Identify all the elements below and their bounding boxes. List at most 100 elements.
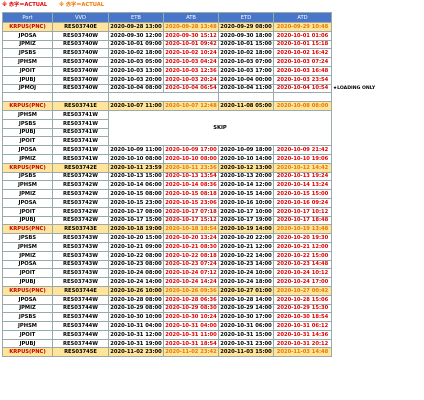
cell-atb: 2020-10-26 09:36 <box>163 285 219 296</box>
row-note <box>331 242 392 252</box>
cell-atb: 2020-10-01 09:42 <box>163 39 219 50</box>
cell-vvd: RES03740W <box>52 30 109 41</box>
row-note <box>331 101 392 111</box>
row-note <box>331 48 392 58</box>
cell-port: JPOIT <box>2 329 53 340</box>
table-row: JPMIZ RES03741W 2020-10-10 08:00 2020-10-10… <box>2 153 392 164</box>
cell-vvd: RES03742W <box>52 189 109 199</box>
cell-atd: 2020-10-13 19:24 <box>273 171 332 182</box>
cell-etb: 2020-10-17 08:00 <box>108 206 164 217</box>
table-row: JPHSM RES03740W 2020-10-03 05:00 2020-10-03… <box>2 57 392 67</box>
cell-atb: 2020-10-30 10:24 <box>163 312 219 323</box>
table-row: KRPUS(PNC) RES03742E 2020-10-11 23:59 2020-… <box>2 162 392 173</box>
cell-port: JPHSM <box>2 57 53 67</box>
legend: ※ 赤字＝ACTUAL ※ 赤字＝ACTUAL <box>2 1 104 9</box>
cell-atd: 2020-10-03 23:54 <box>273 74 332 85</box>
cell-atb: 2020-10-15 08:18 <box>163 189 219 199</box>
cell-atd: 2020-10-22 15:00 <box>273 250 332 261</box>
cell-etb: 2020-10-23 08:00 <box>108 259 164 270</box>
row-note <box>331 128 392 137</box>
cell-etd: 2020-09-30 18:00 <box>218 30 274 41</box>
cell-atb: 2020-09-28 13:48 <box>163 22 219 32</box>
cell-atd: 2020-10-19 13:48 <box>273 224 332 235</box>
cell-port: KRPUS(PNC) <box>2 22 53 32</box>
cell-etd: 2020-10-04 11:00 <box>218 83 274 94</box>
cell-etb: 2020-10-22 08:00 <box>108 250 164 261</box>
cell-etb: 2020-10-03 20:00 <box>108 74 164 85</box>
cell-etb: 2020-10-04 08:00 <box>108 83 164 94</box>
cell-atb: 2020-10-31 11:00 <box>163 329 219 340</box>
cell-etb: 2020-10-24 14:00 <box>108 277 164 287</box>
cell-vvd: RES03744W <box>52 294 109 305</box>
cell-atd: 2020-10-31 20:12 <box>273 338 332 349</box>
cell-etb: 2020-10-21 09:00 <box>108 241 164 252</box>
cell-vvd: RES03741W <box>52 118 109 129</box>
cell-etb: 2020-10-18 19:00 <box>108 224 164 235</box>
table-row: JPMIZ RES03743W 2020-10-22 08:00 2020-10-22… <box>2 250 392 261</box>
cell-etb: 2020-09-30 12:00 <box>108 30 164 41</box>
row-note <box>331 330 392 340</box>
cell-atb: 2020-10-11 23:36 <box>163 162 219 173</box>
cell-vvd: RES03740W <box>52 57 109 67</box>
notice-banner: 釜山港ブース混雑により、バース待ち <box>108 92 219 103</box>
cell-etb: 2020-10-24 08:00 <box>108 268 164 279</box>
table-row: JPOSA RES03740W 2020-09-30 12:00 2020-09-30… <box>2 30 392 41</box>
row-note <box>331 321 392 331</box>
notice-spacer <box>52 92 109 103</box>
cell-vvd: RES03743W <box>52 250 109 261</box>
cell-atb: 2020-10-07 12:48 <box>163 101 219 111</box>
table-row: JPSBS RES03742W 2020-10-13 15:00 2020-10-13… <box>2 171 392 182</box>
cell-atb: 2020-10-18 18:54 <box>163 224 219 235</box>
cell-vvd: RES03743W <box>52 259 109 270</box>
cell-etd: 2020-10-03 17:00 <box>218 65 274 76</box>
cell-port: JPUBJ <box>2 215 53 226</box>
cell-etb: 2020-10-13 15:00 <box>108 171 164 182</box>
table-row: JPOIT RES03740W 2020-10-03 13:00 2020-10-03… <box>2 65 392 76</box>
cell-port: JPOSA <box>2 259 53 270</box>
cell-etb: 2020-10-02 18:00 <box>108 48 164 59</box>
row-note <box>331 347 392 357</box>
table-row: JPHSM RES03742W 2020-10-14 06:00 2020-10-14… <box>2 180 392 191</box>
cell-etd: 2020-10-10 14:00 <box>218 153 274 164</box>
cell-etd: 2020-10-03 07:00 <box>218 57 274 67</box>
cell-atb: 2020-10-13 13:54 <box>163 171 219 182</box>
cell-vvd: RES03742W <box>52 197 109 208</box>
cell-etd: 2020-10-22 14:00 <box>218 250 274 261</box>
cell-atb: 2020-10-03 20:24 <box>163 74 219 85</box>
row-note <box>331 145 392 155</box>
cell-vvd: RES03743W <box>52 268 109 279</box>
row-note <box>331 163 392 173</box>
cell-port: JPOIT <box>2 65 53 76</box>
table-row: JPUBJ RES03743W 2020-10-24 14:00 2020-10-24… <box>2 277 392 287</box>
cell-atd: 2020-10-01 01:06 <box>273 30 332 41</box>
cell-vvd: RES03743E <box>52 224 109 235</box>
cell-port: KRPUS(PNC) <box>2 285 53 296</box>
cell-etb: 2020-10-29 08:00 <box>108 303 164 314</box>
cell-atd: 2020-10-10 19:06 <box>273 153 332 164</box>
cell-atb: 2020-10-20 13:24 <box>163 233 219 243</box>
cell-vvd: RES03740W <box>52 74 109 85</box>
cell-vvd: RES03742W <box>52 215 109 226</box>
cell-atb: 2020-10-15 23:06 <box>163 197 219 208</box>
cell-port: JPSBS <box>2 118 53 129</box>
cell-etd: 2020-10-31 23:00 <box>218 338 274 349</box>
header-row: Port VVD ETB ATB ETD ATD <box>2 12 392 23</box>
legend-orange-note: ※ 赤字＝ACTUAL <box>58 2 105 8</box>
cell-etb: 2020-09-28 13:00 <box>108 22 164 32</box>
cell-etb: 2020-10-17 15:00 <box>108 215 164 226</box>
cell-etb: 2020-10-11 23:59 <box>108 162 164 173</box>
table-row: JPUBJ RES03740W 2020-10-03 20:00 2020-10-03… <box>2 74 392 85</box>
cell-atd: 2020-10-08 08:00 <box>273 101 332 111</box>
cell-atd: 2020-10-20 19:30 <box>273 233 332 243</box>
row-note <box>331 286 392 296</box>
cell-vvd: RES03740W <box>52 83 109 94</box>
row-note: ★LOADING ONLY <box>331 84 392 93</box>
cell-etd: 2020-10-17 10:00 <box>218 206 274 217</box>
cell-atd: 2020-10-24 10:12 <box>273 268 332 279</box>
cell-atb: 2020-10-29 08:30 <box>163 303 219 314</box>
cell-vvd: RES03742W <box>52 171 109 182</box>
cell-atb: 2020-09-30 15:12 <box>163 30 219 41</box>
cell-atb: 2020-10-09 17:00 <box>163 145 219 155</box>
cell-port: JPUBJ <box>2 127 53 138</box>
cell-port: KRPUS(PNC) <box>2 347 53 358</box>
